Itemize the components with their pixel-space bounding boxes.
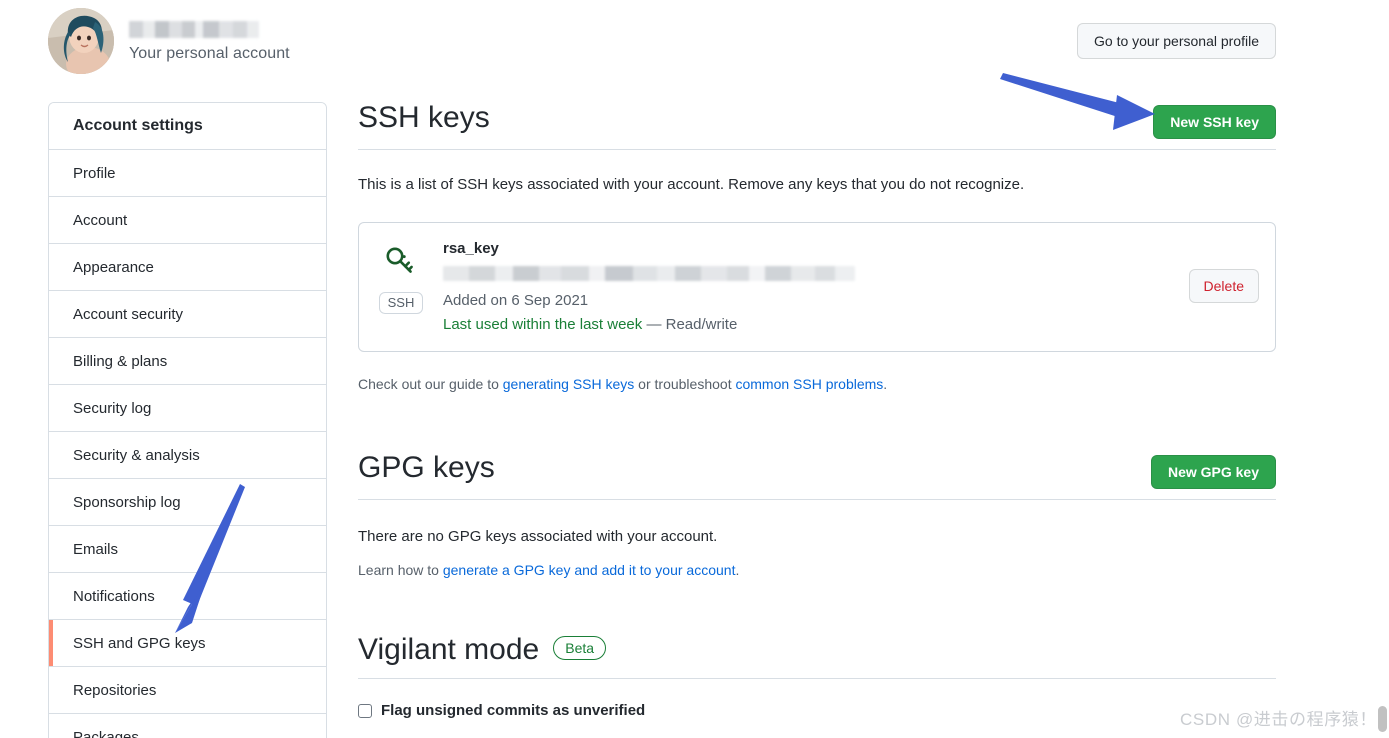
- ssh-key-row: SSH rsa_key Added on 6 Sep 2021 Last use…: [358, 222, 1276, 352]
- key-icon: [382, 243, 420, 286]
- ssh-keys-section-header: SSH keys New SSH key: [358, 100, 1276, 150]
- settings-sidebar: Account settings Profile Account Appeara…: [48, 102, 327, 738]
- sidebar-item-security-and-analysis[interactable]: Security & analysis: [49, 432, 326, 479]
- ssh-key-name: rsa_key: [443, 240, 499, 257]
- vigilant-mode-section-header: Vigilant mode Beta: [358, 632, 1276, 679]
- gpg-keys-section-header: GPG keys New GPG key: [358, 450, 1276, 500]
- gpg-keys-empty-message: There are no GPG keys associated with yo…: [358, 528, 718, 545]
- sidebar-item-notifications[interactable]: Notifications: [49, 573, 326, 620]
- csdn-watermark: CSDN @进击の程序猿！: [1180, 710, 1377, 729]
- ssh-key-details: rsa_key Added on 6 Sep 2021 Last used wi…: [443, 239, 1173, 335]
- ssh-key-last-used: Last used within the last week — Read/wr…: [443, 314, 1173, 335]
- sidebar-item-packages[interactable]: Packages: [49, 714, 326, 738]
- gpg-learn-line: Learn how to generate a GPG key and add …: [358, 560, 1276, 580]
- username-masked: [129, 21, 259, 38]
- ssh-key-access-level: — Read/write: [646, 316, 738, 333]
- ssh-key-fingerprint-masked: [443, 266, 855, 281]
- sidebar-item-emails[interactable]: Emails: [49, 526, 326, 573]
- sidebar-item-account-security[interactable]: Account security: [49, 291, 326, 338]
- ssh-guide-suffix: .: [883, 376, 888, 392]
- new-gpg-key-button[interactable]: New GPG key: [1150, 455, 1276, 489]
- ssh-guide-line: Check out our guide to generating SSH ke…: [358, 374, 1276, 394]
- ssh-keys-description: This is a list of SSH keys associated wi…: [358, 176, 1025, 193]
- flag-unsigned-commits-row[interactable]: Flag unsigned commits as unverified: [358, 701, 1276, 721]
- sidebar-item-security-log[interactable]: Security log: [49, 385, 326, 432]
- gpg-keys-title: GPG keys: [358, 451, 495, 484]
- ssh-key-added-date: Added on 6 Sep 2021: [443, 292, 589, 309]
- flag-unsigned-commits-label: Flag unsigned commits as unverified: [381, 702, 646, 719]
- sidebar-item-repositories[interactable]: Repositories: [49, 667, 326, 714]
- avatar[interactable]: [48, 8, 114, 74]
- account-subtitle: Your personal account: [129, 45, 290, 62]
- ssh-key-type-badge: SSH: [378, 292, 424, 314]
- new-ssh-key-button[interactable]: New SSH key: [1153, 105, 1276, 139]
- generating-ssh-keys-link[interactable]: generating SSH keys: [503, 376, 635, 392]
- ssh-key-icon-column: SSH: [375, 239, 427, 314]
- sidebar-item-sponsorship-log[interactable]: Sponsorship log: [49, 479, 326, 526]
- sidebar-item-billing-and-plans[interactable]: Billing & plans: [49, 338, 326, 385]
- gpg-learn-suffix: .: [735, 562, 740, 578]
- github-ssh-gpg-keys-settings-page: Your personal account Go to your persona…: [0, 0, 1389, 738]
- sidebar-item-profile[interactable]: Profile: [49, 150, 326, 197]
- flag-unsigned-commits-checkbox[interactable]: [358, 704, 372, 718]
- sidebar-item-ssh-and-gpg-keys[interactable]: SSH and GPG keys: [49, 620, 326, 667]
- sidebar-item-account[interactable]: Account: [49, 197, 326, 244]
- go-to-personal-profile-button[interactable]: Go to your personal profile: [1077, 23, 1276, 59]
- ssh-key-last-used-text: Last used within the last week: [443, 316, 643, 333]
- beta-badge: Beta: [553, 636, 607, 660]
- sidebar-item-account-settings: Account settings: [49, 103, 326, 150]
- vigilant-mode-title: Vigilant mode Beta: [358, 632, 607, 668]
- ssh-guide-middle: or troubleshoot: [634, 376, 736, 392]
- page-scrollbar-track[interactable]: [1375, 0, 1389, 738]
- delete-ssh-key-button[interactable]: Delete: [1188, 269, 1259, 303]
- account-header: Your personal account: [48, 8, 290, 74]
- vigilant-mode-title-text: Vigilant mode: [358, 633, 540, 666]
- generate-gpg-key-link[interactable]: generate a GPG key and add it to your ac…: [443, 562, 736, 578]
- page-scrollbar-thumb[interactable]: [1378, 706, 1387, 732]
- settings-main-content: SSH keys New SSH key This is a list of S…: [358, 100, 1276, 721]
- account-meta: Your personal account: [129, 19, 290, 63]
- ssh-keys-title: SSH keys: [358, 101, 490, 134]
- sidebar-item-appearance[interactable]: Appearance: [49, 244, 326, 291]
- common-ssh-problems-link[interactable]: common SSH problems: [735, 376, 883, 392]
- ssh-guide-prefix: Check out our guide to: [358, 376, 503, 392]
- gpg-learn-prefix: Learn how to: [358, 562, 443, 578]
